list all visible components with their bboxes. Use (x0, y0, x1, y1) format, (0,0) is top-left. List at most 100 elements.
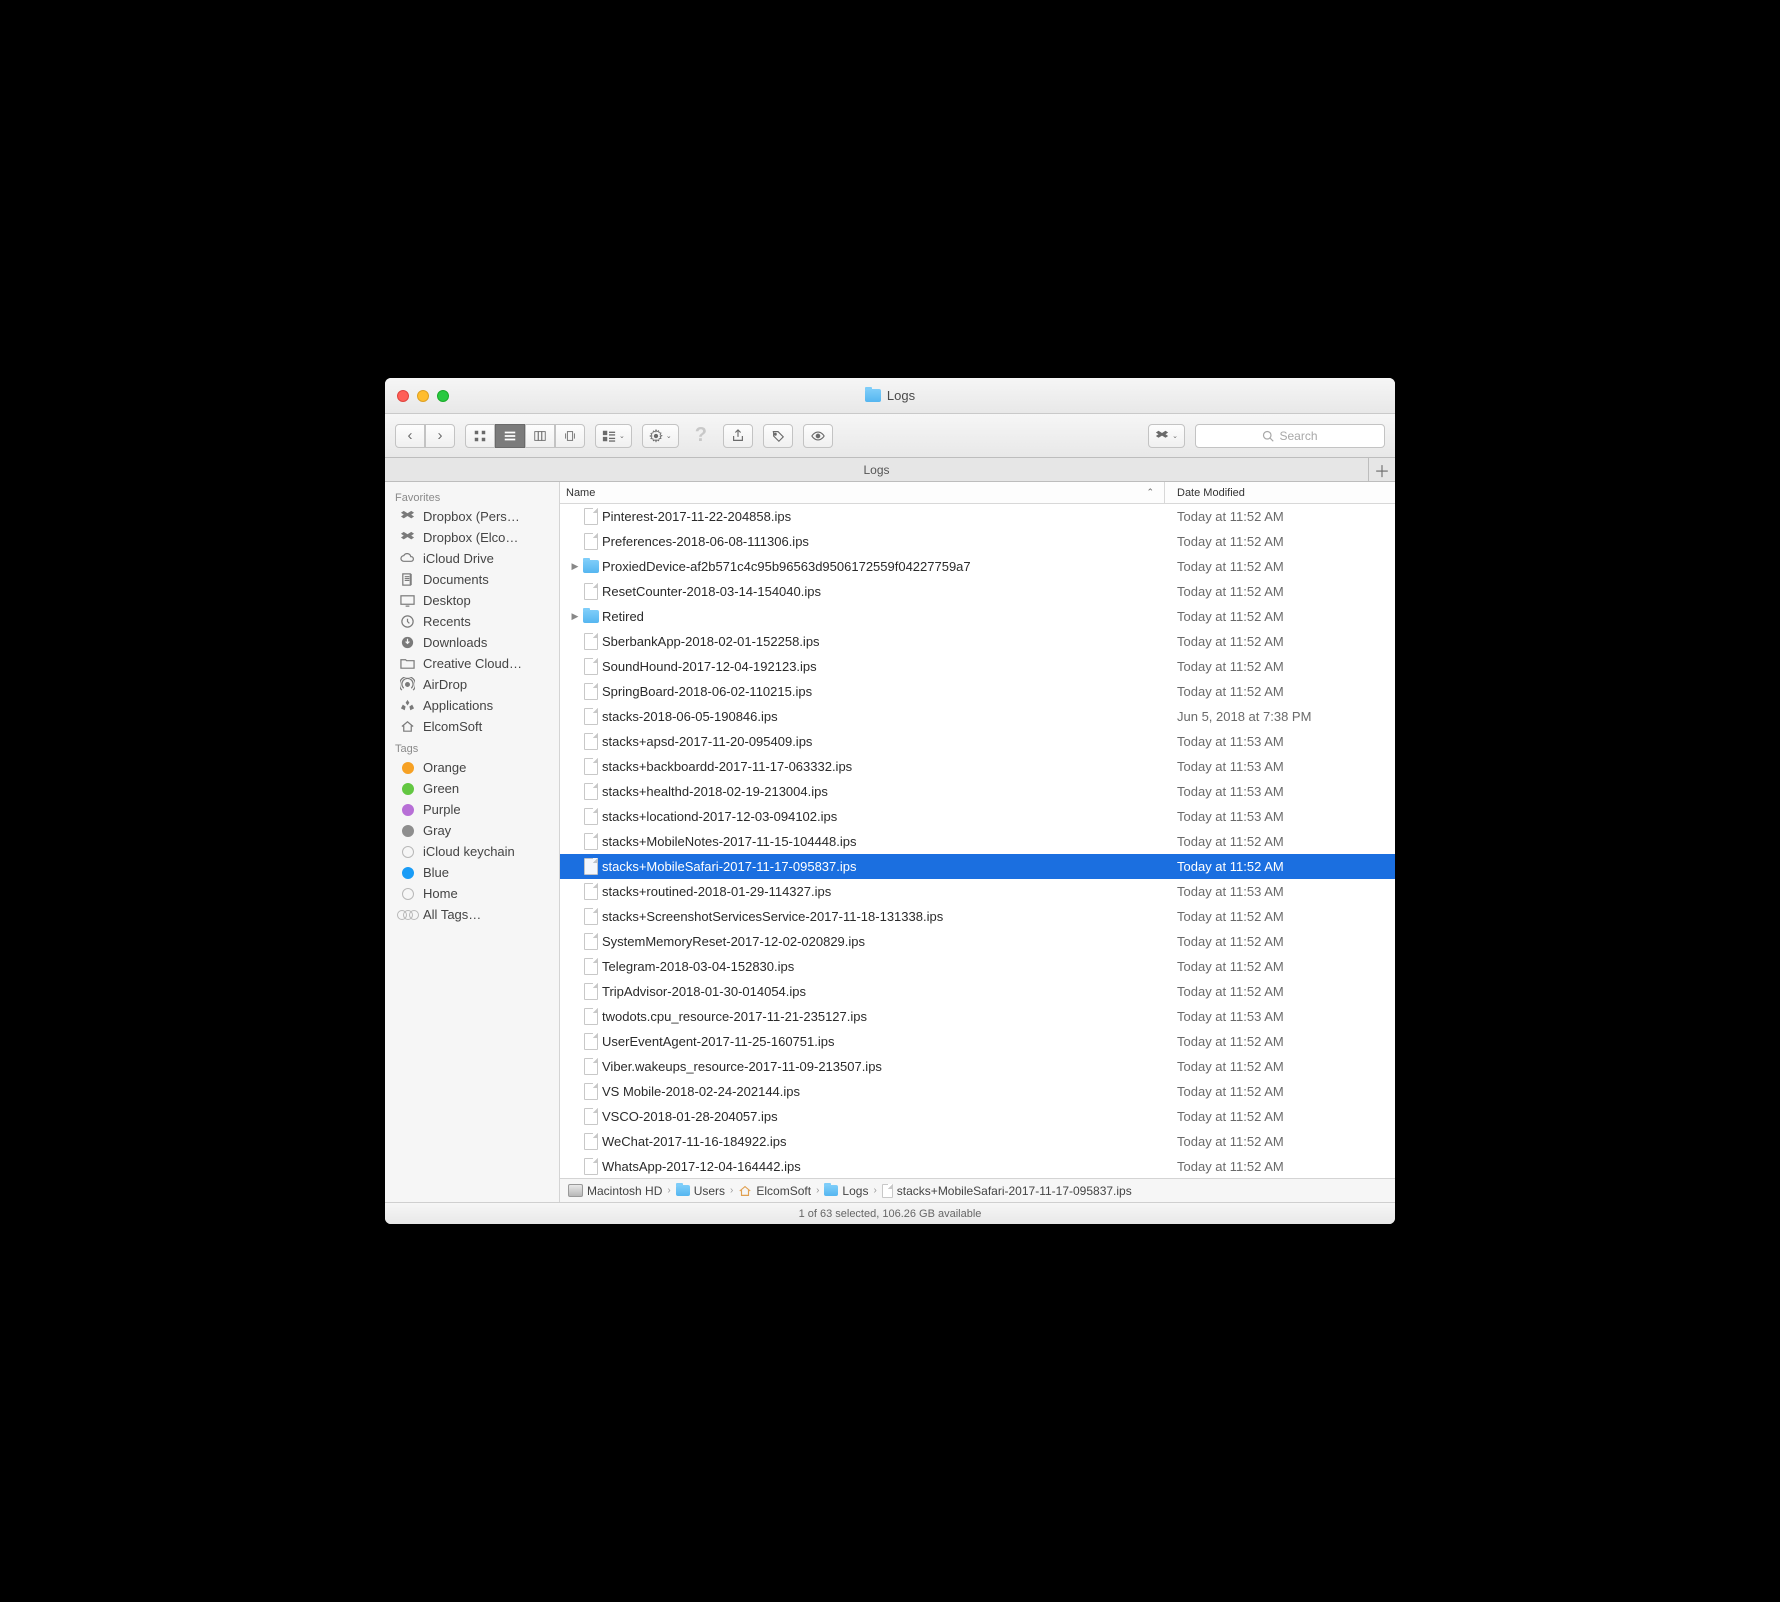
disclosure-icon[interactable]: ▶ (560, 561, 580, 572)
arrange-button[interactable]: ⌄ (595, 424, 632, 448)
action-button[interactable]: ⌄ (642, 424, 679, 448)
path-label: Macintosh HD (587, 1184, 662, 1198)
file-row[interactable]: stacks+apsd-2017-11-20-095409.ipsToday a… (560, 729, 1395, 754)
file-row[interactable]: SpringBoard-2018-06-02-110215.ipsToday a… (560, 679, 1395, 704)
sidebar-item[interactable]: Home (385, 883, 559, 904)
home-icon (738, 1184, 752, 1198)
file-icon (584, 783, 598, 800)
folder-icon (865, 389, 881, 402)
sidebar-item[interactable]: iCloud Drive (385, 548, 559, 569)
list-view-button[interactable] (495, 424, 525, 448)
path-segment[interactable]: stacks+MobileSafari-2017-11-17-095837.ip… (882, 1184, 1132, 1198)
share-button[interactable] (723, 424, 753, 448)
close-button[interactable] (397, 390, 409, 402)
file-date: Today at 11:52 AM (1165, 1034, 1395, 1049)
file-name: stacks+routined-2018-01-29-114327.ips (602, 884, 1165, 899)
file-pane: Name⌃ Date Modified Pinterest-2017-11-22… (560, 482, 1395, 1202)
file-row[interactable]: stacks+routined-2018-01-29-114327.ipsTod… (560, 879, 1395, 904)
file-row[interactable]: WeChat-2017-11-16-184922.ipsToday at 11:… (560, 1129, 1395, 1154)
tab-logs[interactable]: Logs (385, 458, 1369, 481)
file-row[interactable]: twodots.cpu_resource-2017-11-21-235127.i… (560, 1004, 1395, 1029)
add-tab-button[interactable]: ＋ (1369, 458, 1395, 481)
minimize-button[interactable] (417, 390, 429, 402)
file-row[interactable]: ▶ProxiedDevice-af2b571c4c95b96563d950617… (560, 554, 1395, 579)
file-icon (584, 758, 598, 775)
column-name-header[interactable]: Name⌃ (560, 482, 1165, 503)
gallery-view-button[interactable] (555, 424, 585, 448)
file-row[interactable]: stacks+ScreenshotServicesService-2017-11… (560, 904, 1395, 929)
sidebar-item[interactable]: Desktop (385, 590, 559, 611)
file-list[interactable]: Pinterest-2017-11-22-204858.ipsToday at … (560, 504, 1395, 1178)
file-name: Telegram-2018-03-04-152830.ips (602, 959, 1165, 974)
file-row[interactable]: stacks+healthd-2018-02-19-213004.ipsToda… (560, 779, 1395, 804)
search-input[interactable]: Search (1195, 424, 1385, 448)
back-button[interactable]: ‹ (395, 424, 425, 448)
sidebar-item[interactable]: Orange (385, 757, 559, 778)
path-segment[interactable]: ElcomSoft (738, 1184, 811, 1198)
file-row[interactable]: VS Mobile-2018-02-24-202144.ipsToday at … (560, 1079, 1395, 1104)
file-date: Today at 11:52 AM (1165, 559, 1395, 574)
file-name: SoundHound-2017-12-04-192123.ips (602, 659, 1165, 674)
file-row[interactable]: Preferences-2018-06-08-111306.ipsToday a… (560, 529, 1395, 554)
quicklook-button[interactable] (803, 424, 833, 448)
dropbox-icon (399, 509, 416, 524)
sidebar-item[interactable]: ElcomSoft (385, 716, 559, 737)
path-segment[interactable]: Users (676, 1184, 725, 1198)
sidebar-item[interactable]: Blue (385, 862, 559, 883)
sidebar-item[interactable]: Applications (385, 695, 559, 716)
sidebar-item[interactable]: Documents (385, 569, 559, 590)
folder-icon (583, 610, 599, 623)
sidebar-item-label: iCloud keychain (423, 844, 515, 859)
sidebar-item[interactable]: AirDrop (385, 674, 559, 695)
nav-buttons: ‹ › (395, 424, 455, 448)
sidebar-item[interactable]: Gray (385, 820, 559, 841)
sidebar-item-label: Creative Cloud… (423, 656, 522, 671)
tags-button[interactable] (763, 424, 793, 448)
icon-view-button[interactable] (465, 424, 495, 448)
path-segment[interactable]: Logs (824, 1184, 868, 1198)
dropbox-toolbar-button[interactable]: ⌄ (1148, 424, 1185, 448)
sidebar-item-label: Orange (423, 760, 466, 775)
file-row[interactable]: ▶RetiredToday at 11:52 AM (560, 604, 1395, 629)
forward-button[interactable]: › (425, 424, 455, 448)
file-row[interactable]: VSCO-2018-01-28-204057.ipsToday at 11:52… (560, 1104, 1395, 1129)
file-row[interactable]: SoundHound-2017-12-04-192123.ipsToday at… (560, 654, 1395, 679)
file-row[interactable]: Telegram-2018-03-04-152830.ipsToday at 1… (560, 954, 1395, 979)
tag-icon (399, 844, 416, 859)
file-row[interactable]: stacks-2018-06-05-190846.ipsJun 5, 2018 … (560, 704, 1395, 729)
sidebar-item[interactable]: Downloads (385, 632, 559, 653)
file-row[interactable]: stacks+MobileSafari-2017-11-17-095837.ip… (560, 854, 1395, 879)
file-row[interactable]: SystemMemoryReset-2017-12-02-020829.ipsT… (560, 929, 1395, 954)
sidebar-item[interactable]: Dropbox (Elco… (385, 527, 559, 548)
file-row[interactable]: ResetCounter-2018-03-14-154040.ipsToday … (560, 579, 1395, 604)
sidebar-item[interactable]: Recents (385, 611, 559, 632)
view-buttons (465, 424, 585, 448)
file-row[interactable]: Pinterest-2017-11-22-204858.ipsToday at … (560, 504, 1395, 529)
titlebar[interactable]: Logs (385, 378, 1395, 414)
file-name: stacks+apsd-2017-11-20-095409.ips (602, 734, 1165, 749)
disclosure-icon[interactable]: ▶ (560, 611, 580, 622)
file-row[interactable]: SberbankApp-2018-02-01-152258.ipsToday a… (560, 629, 1395, 654)
sidebar-item[interactable]: iCloud keychain (385, 841, 559, 862)
file-row[interactable]: TripAdvisor-2018-01-30-014054.ipsToday a… (560, 979, 1395, 1004)
file-row[interactable]: WhatsApp-2017-12-04-164442.ipsToday at 1… (560, 1154, 1395, 1178)
column-view-button[interactable] (525, 424, 555, 448)
path-label: Logs (842, 1184, 868, 1198)
sidebar-item[interactable]: All Tags… (385, 904, 559, 925)
file-row[interactable]: Viber.wakeups_resource-2017-11-09-213507… (560, 1054, 1395, 1079)
path-segment[interactable]: Macintosh HD (568, 1184, 662, 1198)
file-row[interactable]: UserEventAgent-2017-11-25-160751.ipsToda… (560, 1029, 1395, 1054)
file-date: Today at 11:52 AM (1165, 934, 1395, 949)
sidebar-item[interactable]: Creative Cloud… (385, 653, 559, 674)
sidebar-item[interactable]: Green (385, 778, 559, 799)
column-date-header[interactable]: Date Modified (1165, 482, 1395, 503)
file-icon (584, 583, 598, 600)
file-row[interactable]: stacks+MobileNotes-2017-11-15-104448.ips… (560, 829, 1395, 854)
sidebar-item[interactable]: Dropbox (Pers… (385, 506, 559, 527)
file-row[interactable]: stacks+backboardd-2017-11-17-063332.ipsT… (560, 754, 1395, 779)
file-name: stacks+backboardd-2017-11-17-063332.ips (602, 759, 1165, 774)
zoom-button[interactable] (437, 390, 449, 402)
file-row[interactable]: stacks+locationd-2017-12-03-094102.ipsTo… (560, 804, 1395, 829)
tag-icon (399, 865, 416, 880)
sidebar-item[interactable]: Purple (385, 799, 559, 820)
